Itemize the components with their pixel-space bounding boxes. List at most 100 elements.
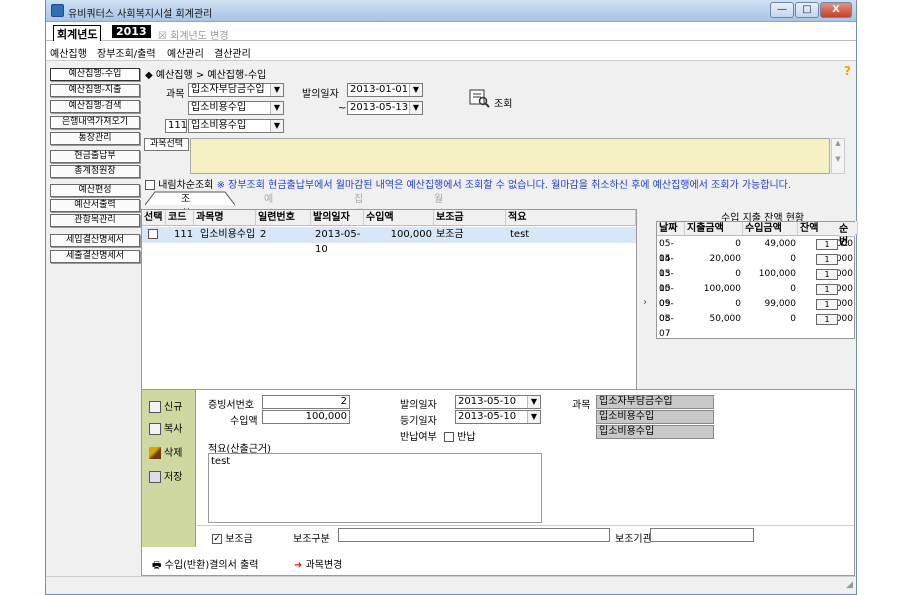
- sidebar-item-cashbook[interactable]: 현금출납부: [50, 150, 140, 163]
- new-button[interactable]: 신규: [149, 398, 182, 413]
- help-icon[interactable]: ?: [844, 64, 851, 78]
- footer-actions: 🖶 수입(반환)결의서 출력 ➜ 과목변경: [142, 547, 854, 575]
- detail-panel: 신규 복사 삭제 저장 증빙서번호 2 수입액 100,000 발의일자 201…: [141, 389, 855, 576]
- subsidy-type-input[interactable]: [338, 528, 610, 542]
- balance-cell-date: 05-07: [659, 314, 674, 339]
- change-subject-button[interactable]: ➜ 과목변경: [294, 556, 342, 571]
- dropdown-arrow-icon: ▼: [270, 84, 283, 96]
- seq-button[interactable]: 1: [816, 299, 838, 310]
- grid-header: 보조금: [434, 210, 506, 226]
- menu-item-budget-exec[interactable]: 예산집행: [50, 45, 87, 60]
- sidebar-item-revenue-stmt[interactable]: 세입결산명세서: [50, 234, 140, 247]
- seq-button[interactable]: 1: [816, 239, 838, 250]
- balance-header: 날짜: [657, 222, 685, 236]
- balance-cell-income: 99,000: [764, 299, 797, 309]
- subject-select-1[interactable]: 입소자부담금수입 ▼: [188, 83, 284, 97]
- sidebar-item-subject-mgmt[interactable]: 관항목관리: [50, 214, 140, 227]
- date-from-select[interactable]: 2013-01-01 ▼: [347, 83, 423, 97]
- new-doc-icon: [149, 401, 161, 413]
- subject-select-2[interactable]: 입소비용수입 ▼: [188, 101, 284, 115]
- seq-button[interactable]: 1: [816, 284, 838, 295]
- grid-header: 선택: [142, 210, 166, 226]
- subject-area-scrollbar[interactable]: ▲ ▼: [831, 138, 845, 174]
- subject-selection-area[interactable]: [190, 138, 830, 174]
- balance-cell-income: 49,000: [764, 239, 797, 249]
- grid-cell-subsidy: 보조금: [434, 227, 494, 243]
- amount-input[interactable]: 100,000: [262, 410, 350, 424]
- return-checkbox[interactable]: [444, 432, 454, 442]
- row-checkbox[interactable]: [148, 229, 158, 239]
- print-button[interactable]: 🖶 수입(반환)결의서 출력: [152, 556, 258, 575]
- dropdown-arrow-icon: ▼: [409, 84, 422, 96]
- grid-header: 일련번호: [256, 210, 311, 226]
- voucher-label: 증빙서번호: [208, 400, 254, 411]
- app-icon: [51, 4, 64, 17]
- balance-cell-date: 05-09: [659, 284, 674, 309]
- copy-doc-icon: [149, 423, 161, 435]
- form-subject-line-3: 입소비용수입: [596, 425, 714, 439]
- subsidy-org-input[interactable]: [650, 528, 754, 542]
- copy-button[interactable]: 복사: [149, 420, 182, 435]
- seq-button[interactable]: 1: [816, 269, 838, 280]
- grid-header: 발의일자: [311, 210, 364, 226]
- grid-cell-memo: test: [508, 227, 628, 243]
- date-label: 발의일자: [302, 89, 339, 100]
- eraser-icon: [149, 447, 161, 459]
- balance-cell-income: 0: [790, 284, 796, 294]
- search-button[interactable]: 조회: [468, 88, 528, 110]
- balance-cell-income: 0: [790, 254, 796, 264]
- subsidy-type-label: 보조구분: [293, 534, 330, 545]
- menu-item-ledger[interactable]: 장부조회/출력: [97, 45, 156, 60]
- sidebar-item-budget-plan[interactable]: 예산편성: [50, 184, 140, 197]
- close-button[interactable]: X: [820, 2, 852, 18]
- dropdown-arrow-icon: ▼: [409, 102, 422, 114]
- sidebar-item-expense[interactable]: 예산집행-지출: [50, 84, 140, 97]
- reg-date-select[interactable]: 2013-05-10 ▼: [455, 410, 541, 424]
- balance-header: 수입금액: [743, 222, 798, 236]
- balance-cell-expense: 100,000: [703, 284, 741, 294]
- form-subject-line-2: 입소비용수입: [596, 410, 714, 424]
- seq-button[interactable]: 1: [816, 254, 838, 265]
- subsidy-checkbox[interactable]: ✓: [212, 534, 222, 544]
- balance-cell-date: 05-10: [659, 269, 674, 294]
- fiscal-year-change-link[interactable]: ☒ 회계년도 변경: [158, 27, 229, 42]
- menu-item-budget-mgmt[interactable]: 예산관리: [167, 45, 204, 60]
- save-button[interactable]: 저장: [149, 468, 182, 483]
- voucher-number-input[interactable]: 2: [262, 395, 350, 409]
- minimize-button[interactable]: —: [770, 2, 794, 18]
- sidebar-item-account[interactable]: 통장관리: [50, 132, 140, 145]
- subsidy-checkbox-group[interactable]: ✓ 보조금: [212, 530, 253, 545]
- seq-button[interactable]: 1: [816, 314, 838, 325]
- grid-cell-select[interactable]: [146, 227, 166, 243]
- sidebar-item-expense-stmt[interactable]: 세출결산명세서: [50, 250, 140, 263]
- sidebar-item-bank-import[interactable]: 은행내역가져오기: [50, 116, 140, 129]
- subject-select-3[interactable]: 입소비용수입 ▼: [188, 119, 284, 133]
- dropdown-arrow-icon: ▼: [527, 411, 540, 423]
- select-subject-button[interactable]: 과목선택: [144, 138, 189, 151]
- return-checkbox-group[interactable]: 반납: [444, 428, 476, 443]
- resize-grip-icon[interactable]: ◢: [846, 580, 853, 590]
- dropdown-arrow-icon: ▼: [270, 120, 283, 132]
- balance-cell-income: 100,000: [758, 269, 796, 279]
- code-input[interactable]: 111: [165, 119, 187, 133]
- delete-button[interactable]: 삭제: [149, 444, 182, 459]
- balance-cell-expense: 0: [735, 269, 741, 279]
- sidebar-item-income[interactable]: 예산집행-수입: [50, 68, 140, 81]
- sidebar-item-budget-print[interactable]: 예산서출력: [50, 199, 140, 212]
- balance-header-spacer: [855, 221, 858, 235]
- expand-arrow-icon[interactable]: ›: [643, 297, 647, 308]
- sidebar-item-search[interactable]: 예산집행-검색: [50, 100, 140, 113]
- sidebar-item-general-ledger[interactable]: 총계정원장: [50, 165, 140, 178]
- maximize-button[interactable]: □: [795, 2, 819, 18]
- date-to-select[interactable]: 2013-05-13 ▼: [347, 101, 423, 115]
- form-subject-line-1: 입소자부담금수입: [596, 395, 714, 409]
- fiscal-year-bar: 회계년도 2013 ☒ 회계년도 변경: [46, 22, 856, 43]
- search-button-label: 조회: [494, 99, 513, 110]
- menu-item-settlement[interactable]: 결산관리: [214, 45, 251, 60]
- issue-date-select[interactable]: 2013-05-10 ▼: [455, 395, 541, 409]
- reg-date-label: 등기일자: [400, 416, 437, 427]
- desc-order-checkbox[interactable]: [145, 180, 155, 190]
- save-button-label: 저장: [164, 472, 183, 483]
- memo-textarea[interactable]: test: [208, 453, 542, 523]
- change-arrow-icon: ➜: [294, 560, 303, 571]
